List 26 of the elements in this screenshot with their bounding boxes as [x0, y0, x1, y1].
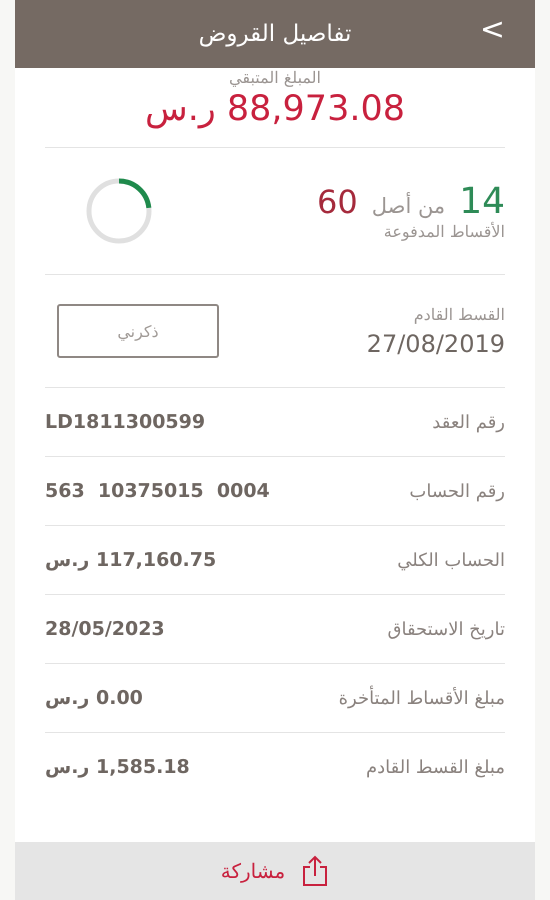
detail-value: 563 10375015 0004	[45, 480, 270, 502]
remaining-amount: 88,973.08 ر.س	[144, 89, 406, 129]
back-button[interactable]: >	[476, 12, 509, 47]
paid-caption: الأقساط المدفوعة	[382, 222, 505, 241]
detail-label: مبلغ الأقساط المتأخرة	[338, 688, 505, 708]
of-label: من أصل	[372, 194, 446, 218]
next-installment-date: 27/08/2019	[366, 330, 505, 358]
detail-label: رقم الحساب	[409, 480, 505, 502]
detail-label: الحساب الكلي	[397, 550, 505, 570]
next-installment-label: القسط القادم	[412, 304, 505, 324]
screen-title: تفاصيل القروض	[198, 21, 352, 47]
detail-value: 0.00 ر.س	[45, 687, 143, 709]
detail-value: 117,160.75 ر.س	[45, 549, 216, 571]
total-count: 60	[316, 183, 358, 221]
share-button[interactable]: مشاركة	[220, 855, 330, 887]
remind-button[interactable]: ذكرني	[57, 304, 219, 358]
detail-label: تاريخ الاستحقاق	[388, 618, 505, 640]
detail-value: 1,585.18 ر.س	[45, 756, 190, 778]
paid-count: 14	[459, 181, 505, 222]
detail-label: رقم العقد	[432, 412, 505, 432]
progress-ring	[85, 177, 153, 245]
detail-value: LD1811300599	[45, 411, 206, 433]
remaining-label: المبلغ المتبقي	[229, 68, 321, 87]
detail-value: 28/05/2023	[45, 618, 165, 640]
detail-label: مبلغ القسط القادم	[366, 756, 505, 778]
share-icon	[301, 855, 330, 887]
